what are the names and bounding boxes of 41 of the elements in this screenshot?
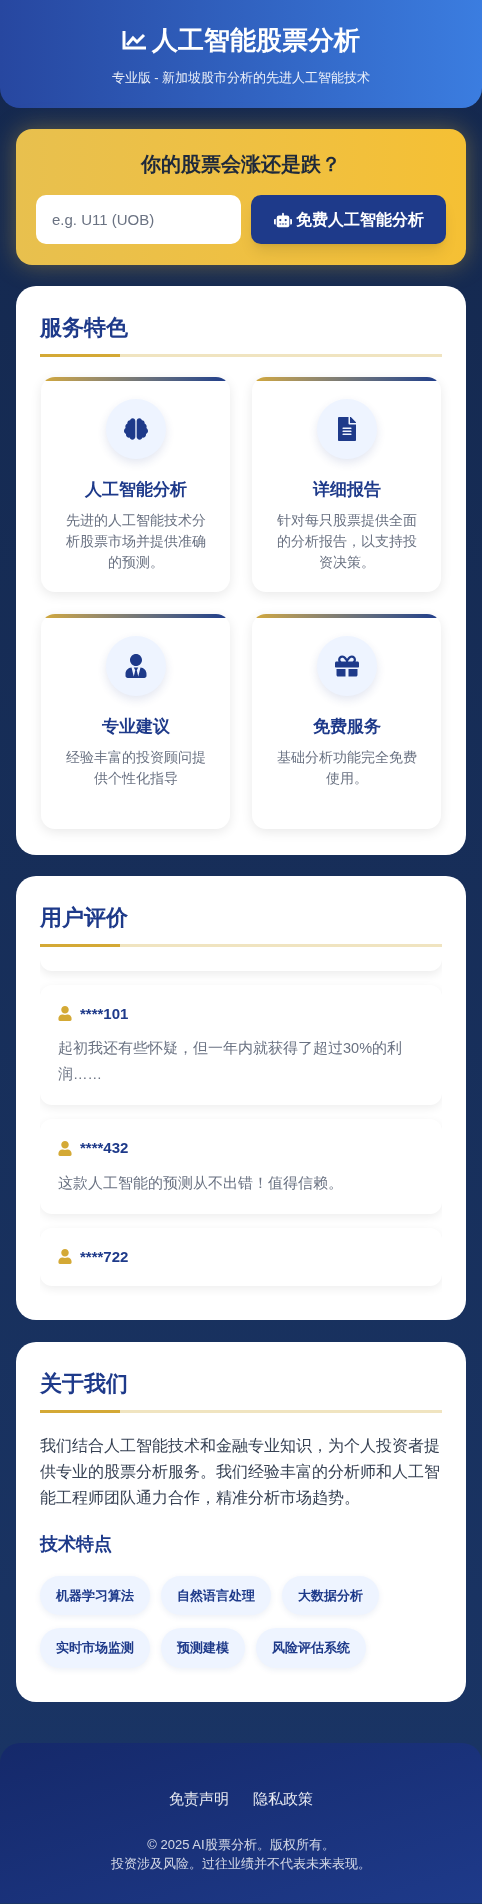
footer-link[interactable]: 免责声明 <box>169 1788 229 1811</box>
person-icon <box>123 653 148 678</box>
footer-link[interactable]: 隐私政策 <box>253 1788 313 1811</box>
feature-description: 基础分析功能完全免费使用。 <box>275 749 418 788</box>
feature-title: 人工智能分析 <box>84 478 187 501</box>
section-title: 服务特色 <box>40 314 129 342</box>
tech-title: 技术特点 <box>40 1532 113 1556</box>
tech-tag: 大数据分析 <box>282 1575 379 1615</box>
gift-icon <box>334 653 359 678</box>
stock-code-field[interactable]: e.g. U11 (UOB) <box>36 195 241 244</box>
chart-line-icon <box>122 29 148 52</box>
review-user: ****432 <box>80 1138 129 1158</box>
app-subtitle: 专业版 - 新加坡股市分析的先进人工智能技术 <box>111 68 371 87</box>
feature-description: 先进的人工智能技术分析股票市场并提供准确的预测。 <box>64 512 207 572</box>
tech-tag: 预测建模 <box>161 1628 245 1668</box>
tech-tag: 风险评估系统 <box>256 1628 366 1668</box>
tech-tag: 自然语言处理 <box>161 1575 271 1615</box>
feature-title: 免费服务 <box>312 715 381 738</box>
review-text: 这款人工智能的预测从不出错！值得信赖。 <box>58 1173 344 1193</box>
analyze-button[interactable]: 免费人工智能分析 <box>251 195 446 244</box>
feature-description: 经验丰富的投资顾问提供个性化指导 <box>64 749 207 788</box>
disclaimer-text: 投资涉及风险。过往业绩并不代表未来表现。 <box>111 1855 371 1873</box>
robot-icon <box>273 210 292 229</box>
section-title: 用户评价 <box>40 904 129 932</box>
brain-icon <box>123 416 148 441</box>
review-user: ****101 <box>80 1003 129 1024</box>
query-title: 你的股票会涨还是跌？ <box>139 152 342 177</box>
tech-tag: 机器学习算法 <box>40 1575 150 1615</box>
copyright-text: © 2025 AI股票分析。版权所有。 <box>147 1835 335 1854</box>
about-text: 我们结合人工智能技术和金融专业知识，为个人投资者提供专业的股票分析服务。我们经验丰富的分析师和人工智能工程师团队通力合作，精准分析市场趋势。 <box>40 1435 441 1508</box>
review-text: 起初我还有些怀疑，但一年内就获得了超过30%的利润…… <box>58 1039 404 1084</box>
user-icon <box>58 1249 72 1265</box>
review-user: ****722 <box>80 1246 129 1267</box>
tech-tag: 实时市场监测 <box>40 1628 150 1668</box>
feature-description: 针对每只股票提供全面的分析报告，以支持投资决策。 <box>275 512 418 572</box>
user-icon <box>58 1140 72 1156</box>
feature-title: 专业建议 <box>101 715 170 738</box>
app-title: 人工智能股票分析 <box>152 23 360 57</box>
user-icon <box>58 1006 72 1022</box>
section-title: 关于我们 <box>40 1370 129 1398</box>
feature-title: 详细报告 <box>312 478 381 501</box>
